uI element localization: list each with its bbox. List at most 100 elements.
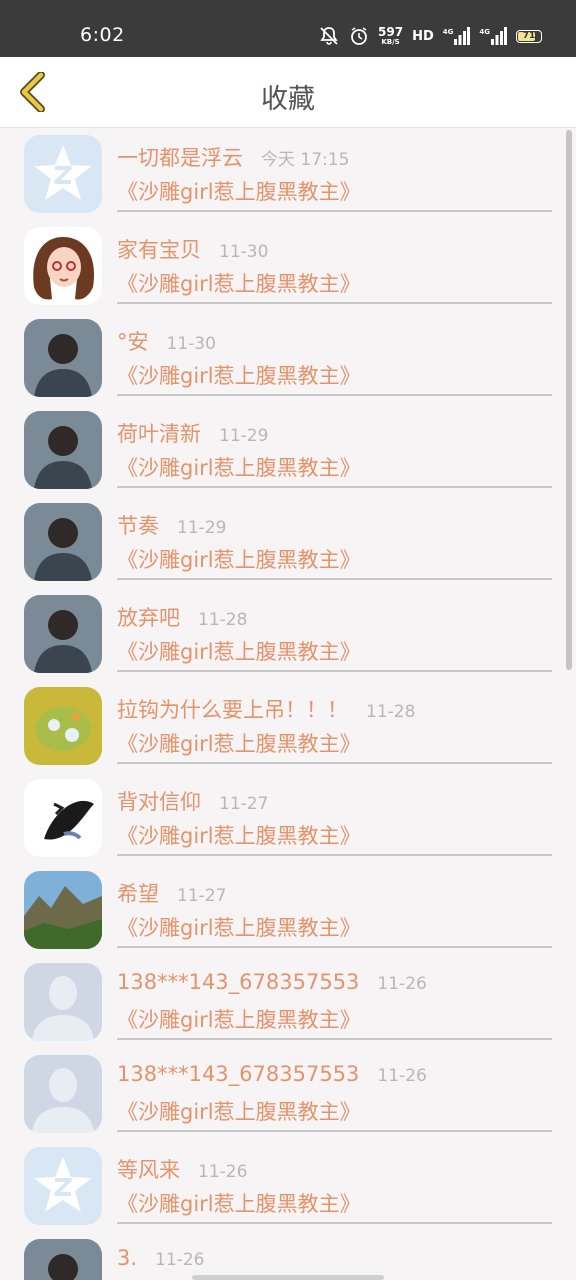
user-name[interactable]: 138***143_678357553 [117,1062,359,1086]
item-header: 希望 11-27 [117,878,226,908]
item-header: 138***143_678357553 11-26 [117,970,427,994]
book-title[interactable]: 《沙雕girl惹上腹黑教主》 [117,1188,361,1218]
item-header: 138***143_678357553 11-26 [117,1062,427,1086]
default-person-avatar[interactable] [24,1055,102,1133]
divider [117,1038,552,1040]
user-name[interactable]: °安 [117,326,149,356]
timestamp: 11-27 [219,794,269,814]
divider [117,946,552,948]
list-item[interactable]: 3. 11-26 [0,1232,576,1280]
item-header: 3. 11-26 [117,1246,204,1270]
photo-avatar[interactable] [24,503,102,581]
book-title[interactable]: 《沙雕girl惹上腹黑教主》 [117,820,361,850]
status-time: 6:02 [80,24,125,46]
user-name[interactable]: 拉钩为什么要上吊！！！ [117,694,348,724]
list-item[interactable]: 拉钩为什么要上吊！！！ 11-28 《沙雕girl惹上腹黑教主》 [0,680,576,772]
book-title[interactable]: 《沙雕girl惹上腹黑教主》 [117,636,361,666]
status-bar: 6:02 597 KB/S HD 4G 4G 71 [0,0,576,57]
user-name[interactable]: 希望 [117,878,159,908]
item-header: 等风来 11-26 [117,1154,247,1184]
book-title[interactable]: 《沙雕girl惹上腹黑教主》 [117,176,361,206]
list-item[interactable]: 家有宝贝 11-30 《沙雕girl惹上腹黑教主》 [0,220,576,312]
divider [117,578,552,580]
timestamp: 11-29 [177,518,227,538]
item-header: 荷叶清新 11-29 [117,418,268,448]
battery-icon: 71 [516,29,542,43]
divider [117,670,552,672]
mute-icon [318,26,340,46]
timestamp: 11-26 [377,974,427,994]
timestamp: 11-30 [219,242,269,262]
ink-art-avatar[interactable] [24,779,102,857]
signal-icon: 4G [443,27,471,45]
photo-avatar[interactable] [24,319,102,397]
signal-icon-2: 4G [479,27,507,45]
list-item[interactable]: 138***143_678357553 11-26 《沙雕girl惹上腹黑教主》 [0,956,576,1048]
alarm-icon [349,26,369,46]
list-item[interactable]: 等风来 11-26 《沙雕girl惹上腹黑教主》 [0,1140,576,1232]
photo-avatar[interactable] [24,595,102,673]
timestamp: 11-26 [155,1250,205,1270]
photo-avatar[interactable] [24,1239,102,1280]
timestamp: 11-26 [377,1066,427,1086]
photo-avatar[interactable] [24,411,102,489]
item-header: 节奏 11-29 [117,510,226,540]
home-indicator [192,1275,384,1280]
qq-default-avatar[interactable] [24,135,102,213]
item-header: 拉钩为什么要上吊！！！ 11-28 [117,694,415,724]
list-item[interactable]: 希望 11-27 《沙雕girl惹上腹黑教主》 [0,864,576,956]
user-name[interactable]: 家有宝贝 [117,234,201,264]
status-icons: 597 KB/S HD 4G 4G 71 [318,24,542,48]
list-item[interactable]: 138***143_678357553 11-26 《沙雕girl惹上腹黑教主》 [0,1048,576,1140]
book-title[interactable]: 《沙雕girl惹上腹黑教主》 [117,544,361,574]
cartoon-girl-avatar[interactable] [24,227,102,305]
favorites-list: 一切都是浮云 今天 17:15 《沙雕girl惹上腹黑教主》 家有宝贝 11-30 《沙雕… [0,128,576,1280]
user-name[interactable]: 节奏 [117,510,159,540]
book-title[interactable]: 《沙雕girl惹上腹黑教主》 [117,1004,361,1034]
item-header: °安 11-30 [117,326,216,356]
default-person-avatar[interactable] [24,963,102,1041]
divider [117,486,552,488]
scrollbar[interactable] [566,130,572,670]
book-title[interactable]: 《沙雕girl惹上腹黑教主》 [117,268,361,298]
book-title[interactable]: 《沙雕girl惹上腹黑教主》 [117,452,361,482]
list-item[interactable]: 放弃吧 11-28 《沙雕girl惹上腹黑教主》 [0,588,576,680]
divider [117,1222,552,1224]
timestamp: 今天 17:15 [261,150,350,170]
list-item[interactable]: 一切都是浮云 今天 17:15 《沙雕girl惹上腹黑教主》 [0,128,576,220]
list-item[interactable]: 节奏 11-29 《沙雕girl惹上腹黑教主》 [0,496,576,588]
divider [117,762,552,764]
book-title[interactable]: 《沙雕girl惹上腹黑教主》 [117,1096,361,1126]
user-name[interactable]: 荷叶清新 [117,418,201,448]
qq-default-avatar[interactable] [24,1147,102,1225]
header: 收藏 [0,57,576,128]
list-item[interactable]: °安 11-30 《沙雕girl惹上腹黑教主》 [0,312,576,404]
item-header: 一切都是浮云 今天 17:15 [117,142,349,172]
network-speed: 597 KB/S [378,25,404,46]
divider [117,210,552,212]
divider [117,854,552,856]
user-name[interactable]: 3. [117,1246,137,1270]
timestamp: 11-30 [166,334,216,354]
timestamp: 11-28 [198,610,248,630]
page-title: 收藏 [261,84,315,115]
user-name[interactable]: 138***143_678357553 [117,970,359,994]
timestamp: 11-27 [177,886,227,906]
item-header: 放弃吧 11-28 [117,602,247,632]
item-header: 家有宝贝 11-30 [117,234,268,264]
game-avatar[interactable] [24,687,102,765]
list-item[interactable]: 背对信仰 11-27 《沙雕girl惹上腹黑教主》 [0,772,576,864]
landscape-avatar[interactable] [24,871,102,949]
timestamp: 11-29 [219,426,269,446]
user-name[interactable]: 放弃吧 [117,602,180,632]
list-item[interactable]: 荷叶清新 11-29 《沙雕girl惹上腹黑教主》 [0,404,576,496]
book-title[interactable]: 《沙雕girl惹上腹黑教主》 [117,912,361,942]
book-title[interactable]: 《沙雕girl惹上腹黑教主》 [117,360,361,390]
book-title[interactable]: 《沙雕girl惹上腹黑教主》 [117,728,361,758]
divider [117,302,552,304]
user-name[interactable]: 一切都是浮云 [117,142,243,172]
user-name[interactable]: 背对信仰 [117,786,201,816]
user-name[interactable]: 等风来 [117,1154,180,1184]
item-header: 背对信仰 11-27 [117,786,268,816]
divider [117,394,552,396]
